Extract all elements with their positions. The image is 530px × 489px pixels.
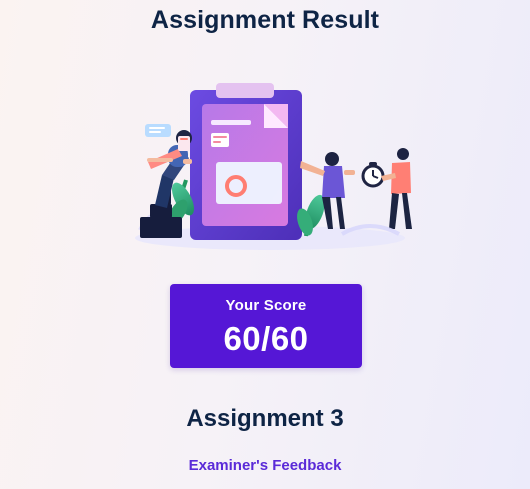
score-card: Your Score 60/60 bbox=[170, 284, 362, 368]
page-title: Assignment Result bbox=[150, 6, 380, 34]
assignment-title: Assignment 3 bbox=[186, 405, 344, 432]
assignment-success-illustration bbox=[135, 83, 412, 250]
score-value: 60/60 bbox=[223, 320, 309, 357]
score-label: Your Score bbox=[225, 297, 307, 314]
result-page: Assignment Result Your Score 60/60 Assig… bbox=[0, 0, 530, 489]
examiner-feedback-link[interactable]: Examiner's Feedback bbox=[0, 457, 530, 474]
